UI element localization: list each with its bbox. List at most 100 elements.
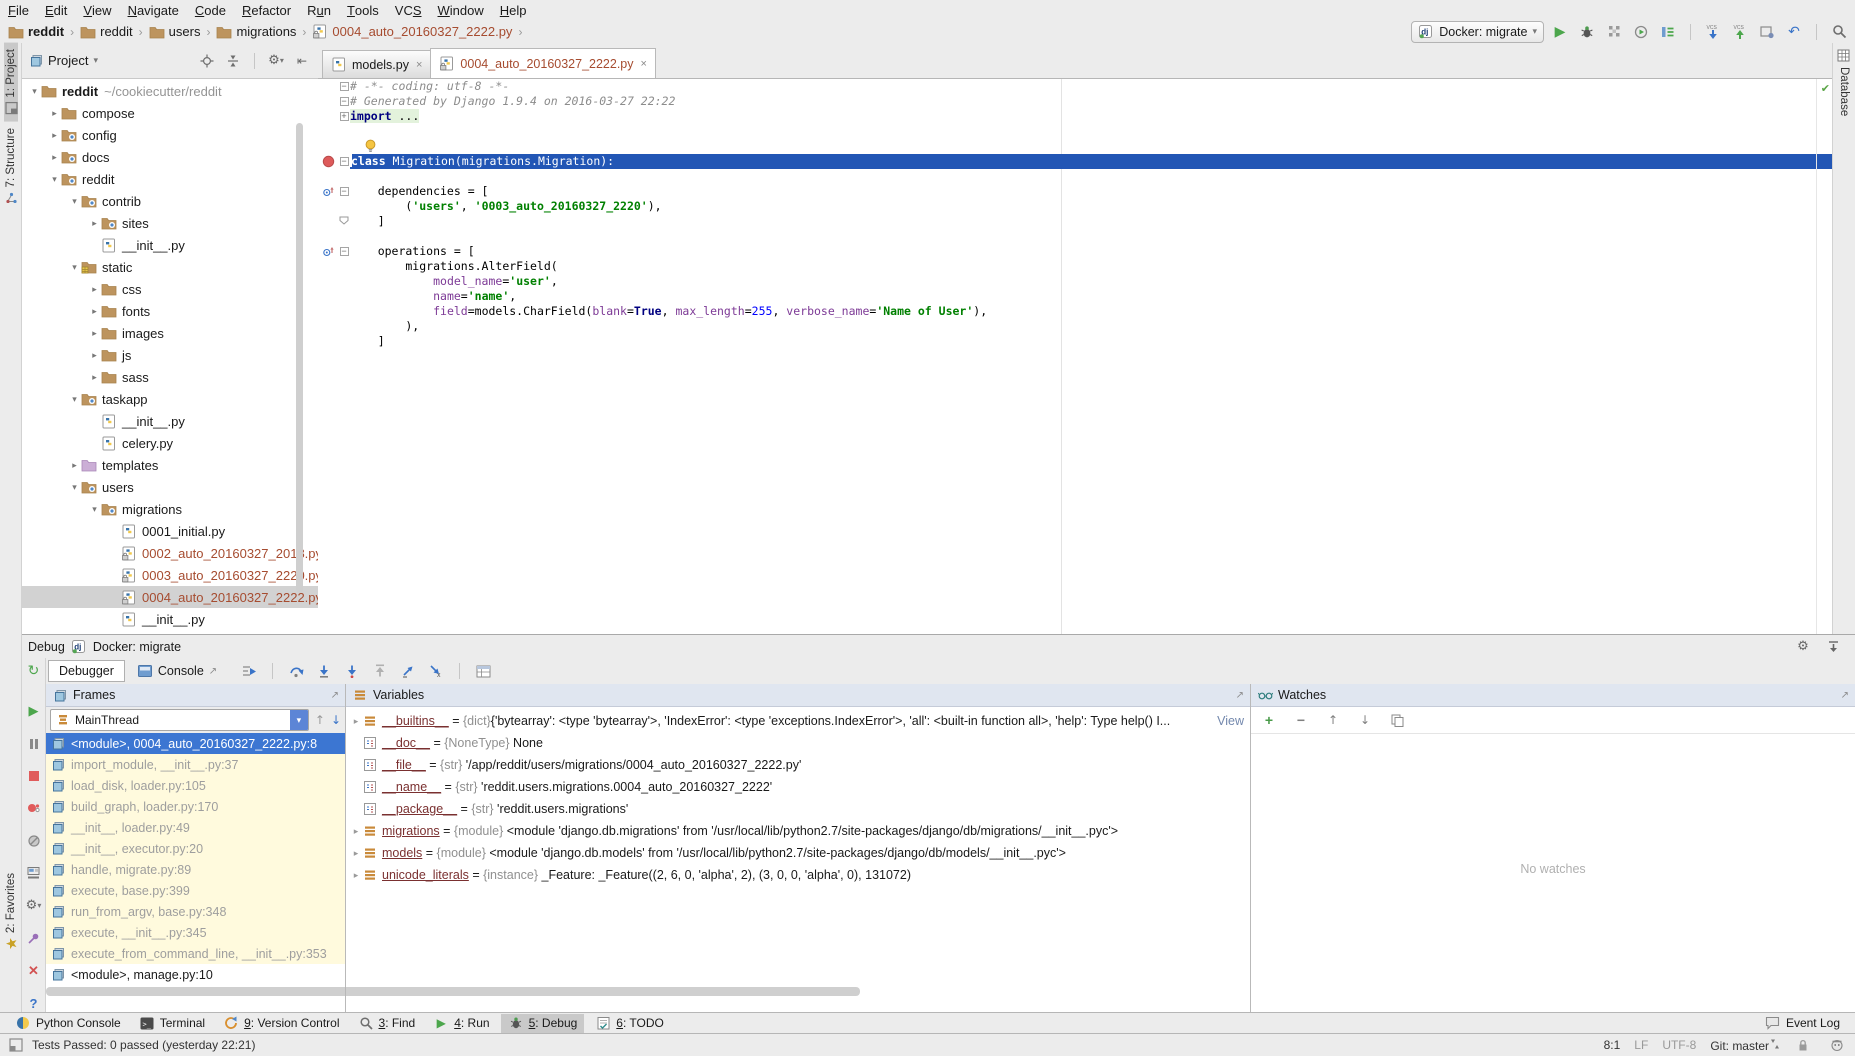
fold-collapse-icon[interactable]: − <box>340 82 349 91</box>
variable-row[interactable]: __file__ = {str} '/app/reddit/users/migr… <box>346 754 1250 776</box>
fold-collapse-icon[interactable]: − <box>340 247 349 256</box>
menu-window[interactable]: Window <box>430 0 492 20</box>
fold-column[interactable] <box>338 289 350 304</box>
up-watch-button[interactable]: ↑ <box>1323 710 1343 730</box>
toolwindow-button-find[interactable]: 3: Find <box>351 1014 423 1033</box>
status-git[interactable]: Git: master <box>1710 1038 1779 1053</box>
expand-arrow[interactable]: ▸ <box>88 284 101 295</box>
frame-item[interactable]: execute_from_command_line, __init__.py:3… <box>46 943 345 964</box>
tree-item[interactable]: ▸docs <box>22 146 318 168</box>
code-gutter[interactable] <box>318 79 338 94</box>
code-gutter[interactable] <box>318 169 338 184</box>
expand-arrow[interactable]: ▸ <box>88 372 101 383</box>
expand-arrow[interactable]: ▸ <box>88 328 101 339</box>
menu-run[interactable]: Run <box>299 0 339 20</box>
debug-horizontal-scrollbar[interactable] <box>46 987 860 996</box>
evaluate-expression-button[interactable]: x <box>426 661 446 681</box>
settings-button[interactable]: ⚙▾ <box>266 51 286 71</box>
breadcrumb-item[interactable]: reddit <box>78 24 135 40</box>
menu-file[interactable]: File <box>0 0 37 20</box>
variable-row[interactable]: ▸migrations = {module} <module 'django.d… <box>346 820 1250 842</box>
expand-arrow[interactable]: ▸ <box>350 870 362 881</box>
frame-item[interactable]: <module>, manage.py:10 <box>46 964 345 985</box>
tree-item[interactable]: ▸js <box>22 344 318 366</box>
remove-watch-button[interactable]: − <box>1291 710 1311 730</box>
code-gutter[interactable] <box>318 199 338 214</box>
frame-item[interactable]: load_disk, loader.py:105 <box>46 775 345 796</box>
fold-column[interactable] <box>338 304 350 319</box>
debug-settings-button[interactable]: ⚙ <box>1793 637 1813 657</box>
debug-tab-console[interactable]: Console↗ <box>127 660 227 682</box>
frame-item[interactable]: <module>, 0004_auto_20160327_2222.py:8 <box>46 733 345 754</box>
fold-column[interactable] <box>338 229 350 244</box>
hector-icon[interactable] <box>1827 1035 1847 1055</box>
code-line[interactable]: migrations.AlterField( <box>318 259 1832 274</box>
code-line[interactable] <box>318 139 1832 154</box>
breadcrumb-item[interactable]: users <box>147 24 203 40</box>
code-line[interactable]: −class Migration(migrations.Migration): <box>318 154 1832 169</box>
toolwindow-button-python-console[interactable]: Python Console <box>8 1014 128 1033</box>
tree-item[interactable]: ▾reddit~/cookiecutter/reddit <box>22 80 318 102</box>
frame-item[interactable]: import_module, __init__.py:37 <box>46 754 345 775</box>
local-changes-button[interactable] <box>1757 22 1777 42</box>
tree-item[interactable]: ▸fonts <box>22 300 318 322</box>
code-line[interactable]: −# Generated by Django 1.9.4 on 2016-03-… <box>318 94 1832 109</box>
thread-selector[interactable]: MainThread ▾ <box>50 709 309 731</box>
fold-column[interactable] <box>338 319 350 334</box>
code-line[interactable]: ('users', '0003_auto_20160327_2220'), <box>318 199 1832 214</box>
editor-scrollbar[interactable]: ✔ <box>1816 79 1832 634</box>
code-gutter[interactable] <box>318 304 338 319</box>
frame-item[interactable]: execute, base.py:399 <box>46 880 345 901</box>
fold-column[interactable] <box>338 139 350 154</box>
tree-item[interactable]: __init__.py <box>22 608 318 630</box>
fold-column[interactable]: + <box>338 109 350 124</box>
copy-watch-button[interactable] <box>1387 710 1407 730</box>
fold-expand-icon[interactable]: + <box>340 112 349 121</box>
tree-item[interactable]: ▸images <box>22 322 318 344</box>
expand-arrow[interactable]: ▸ <box>350 848 362 859</box>
frame-item[interactable]: handle, migrate.py:89 <box>46 859 345 880</box>
menu-edit[interactable]: Edit <box>37 0 75 20</box>
coverage-button[interactable] <box>1604 22 1624 42</box>
tree-item[interactable]: ▸config <box>22 124 318 146</box>
chevron-down-icon[interactable]: ▾ <box>93 55 98 66</box>
fold-column[interactable] <box>338 169 350 184</box>
mute-breakpoints-button[interactable] <box>24 832 44 849</box>
profiler-button[interactable] <box>1631 22 1651 42</box>
code-line[interactable]: +import ... <box>318 109 1832 124</box>
fold-column[interactable] <box>338 259 350 274</box>
fold-collapse-icon[interactable]: − <box>340 157 349 166</box>
tree-item[interactable]: 0001_initial.py <box>22 520 318 542</box>
tree-item[interactable]: ▾users <box>22 476 318 498</box>
run-to-cursor-button[interactable] <box>398 661 418 681</box>
expand-arrow[interactable]: ▸ <box>350 826 362 837</box>
menu-code[interactable]: Code <box>187 0 234 20</box>
tool-stripe-project[interactable]: 1: Project <box>4 43 18 122</box>
run-button[interactable]: ▶ <box>1550 22 1570 42</box>
code-line[interactable] <box>318 169 1832 184</box>
bp-icon[interactable] <box>320 154 336 170</box>
fold-column[interactable] <box>338 124 350 139</box>
fold-column[interactable]: − <box>338 244 350 259</box>
editor-tab[interactable]: 0004_auto_20160327_2222.py× <box>430 48 656 78</box>
step-out-button[interactable] <box>370 661 390 681</box>
tool-stripe-favorites[interactable]: 2: Favorites <box>4 867 18 957</box>
code-line[interactable]: ] <box>318 334 1832 349</box>
toolwindow-button-debug[interactable]: 5: Debug <box>501 1014 585 1033</box>
expand-arrow[interactable]: ▸ <box>48 152 61 163</box>
variable-row[interactable]: ▸__builtins__ = {dict}{'bytearray': <typ… <box>346 710 1250 732</box>
fold-column[interactable] <box>338 334 350 349</box>
variable-row[interactable]: __package__ = {str} 'reddit.users.migrat… <box>346 798 1250 820</box>
menu-help[interactable]: Help <box>492 0 535 20</box>
debug-tab-debugger[interactable]: Debugger <box>48 660 125 682</box>
frame-up-icon[interactable]: ↑ <box>315 713 325 727</box>
editor-tab[interactable]: models.py× <box>322 50 431 78</box>
tree-item[interactable]: 0002_auto_20160327_2018.py <box>22 542 318 564</box>
expand-arrow[interactable]: ▾ <box>28 86 41 97</box>
tree-item[interactable]: ▸compose <box>22 102 318 124</box>
variable-row[interactable]: ▸unicode_literals = {instance} _Feature:… <box>346 864 1250 886</box>
frame-down-icon[interactable]: ↓ <box>331 713 341 727</box>
code-gutter[interactable] <box>318 184 338 199</box>
expand-arrow[interactable]: ▾ <box>68 262 81 273</box>
add-watch-button[interactable]: + <box>1259 710 1279 730</box>
